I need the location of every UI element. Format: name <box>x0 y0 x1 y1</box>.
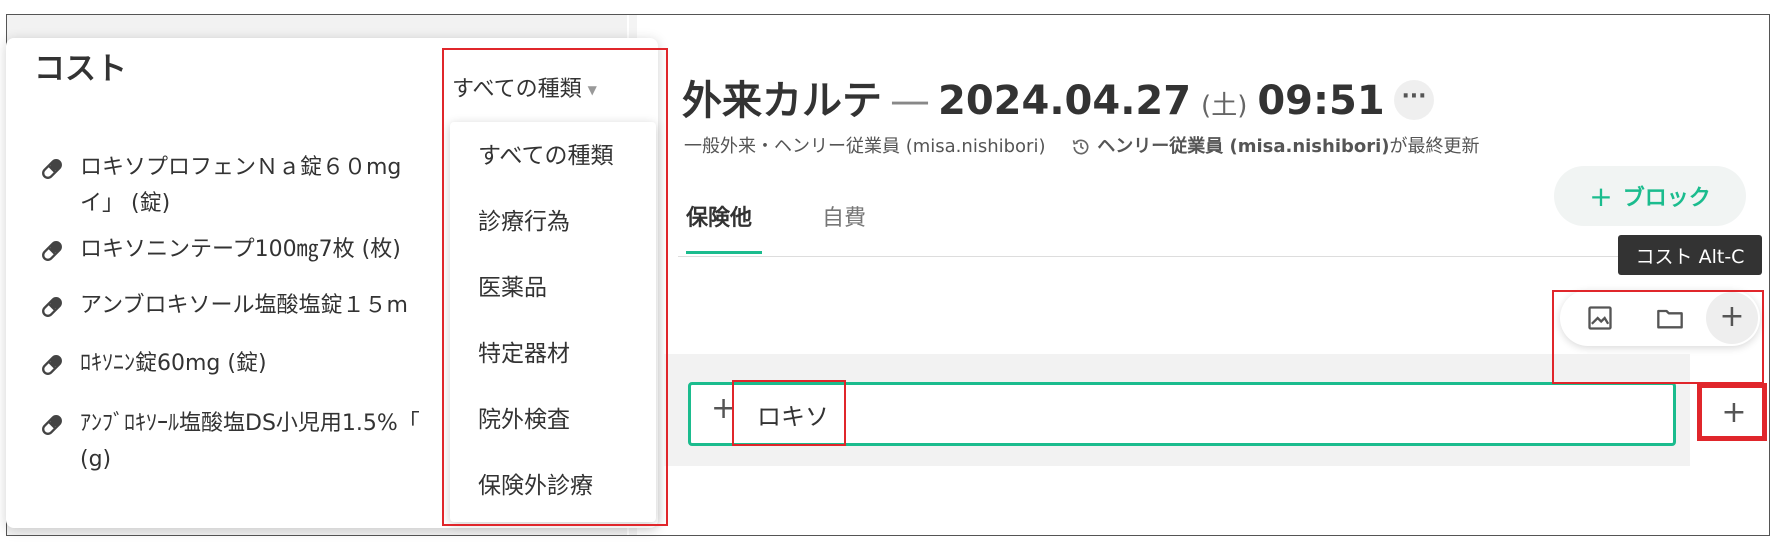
type-filter-value: すべての種類 <box>452 77 582 102</box>
add-block-button[interactable]: + ブロック <box>1554 166 1746 226</box>
cost-result-item[interactable]: ｱﾝﾌﾞﾛｷｿｰﾙ塩酸塩DS小児用1.5%「 (g) <box>38 406 460 478</box>
tab-self-pay[interactable]: 自費 <box>822 200 866 232</box>
insert-toolbar: + <box>1560 290 1760 346</box>
cost-entry-box: + <box>688 382 1676 446</box>
input-pointer <box>672 400 688 432</box>
last-updated-by: ヘンリー従業員 (misa.nishibori) <box>1097 136 1390 157</box>
folder-icon <box>1657 309 1683 329</box>
tab-insurance[interactable]: 保険他 <box>686 200 752 232</box>
cost-result-item[interactable]: ﾛｷｿﾆﾝ錠60mg (錠) <box>38 346 460 382</box>
page-title: 外来カルテ —2024.04.27 (土) 09:51 <box>682 68 1385 126</box>
title-day-of-week: (土) <box>1201 91 1248 121</box>
cost-result-label: ｱﾝﾌﾞﾛｷｿｰﾙ塩酸塩DS小児用1.5%「 (g) <box>80 411 420 472</box>
cost-shortcut-tooltip: コスト Alt-C <box>1618 235 1762 275</box>
history-icon <box>1072 139 1089 155</box>
pill-icon <box>42 241 62 261</box>
cost-result-item[interactable]: アンブロキソール塩酸塩錠１５m <box>38 288 460 324</box>
plus-icon: + <box>1721 395 1747 430</box>
type-filter-select[interactable]: すべての種類 ▼ <box>452 71 597 103</box>
title-time: 09:51 <box>1257 78 1385 124</box>
cost-result-item[interactable]: ロキソニンテープ100㎎7枚 (枚) <box>38 232 460 268</box>
caret-down-icon: ▼ <box>587 83 597 97</box>
cost-result-label: ロキソプロフェンＮａ錠６０mg イ」 (錠) <box>80 155 402 216</box>
add-block-label: ブロック <box>1622 186 1711 211</box>
side-add-button[interactable]: + <box>1710 390 1758 438</box>
insert-file-button[interactable] <box>1650 298 1690 338</box>
dropdown-option-external-test[interactable]: 院外検査 <box>478 404 570 436</box>
last-updated-suffix: が最終更新 <box>1389 136 1480 157</box>
cost-result-item[interactable]: ロキソプロフェンＮａ錠６０mg イ」 (錠) <box>38 150 460 222</box>
cost-result-label: ﾛｷｿﾆﾝ錠60mg (錠) <box>80 351 267 376</box>
cost-search-input[interactable] <box>755 393 1359 435</box>
more-options-button[interactable]: ··· <box>1394 80 1434 120</box>
dropdown-option-medical-practice[interactable]: 診療行為 <box>478 206 570 238</box>
active-tab-indicator <box>686 251 762 254</box>
pill-icon <box>42 159 62 179</box>
pill-icon <box>42 415 62 435</box>
title-prefix: 外来カルテ <box>682 78 882 124</box>
cost-result-label: ロキソニンテープ100㎎7枚 (枚) <box>80 237 401 262</box>
plus-icon: + <box>711 391 737 426</box>
dropdown-option-medicine[interactable]: 医薬品 <box>478 272 547 304</box>
insert-image-button[interactable] <box>1580 298 1620 338</box>
dropdown-option-special-material[interactable]: 特定器材 <box>478 338 570 370</box>
dropdown-option-all[interactable]: すべての種類 <box>478 140 613 172</box>
type-dropdown-menu: すべての種類 診療行為 医薬品 特定器材 院外検査 保険外診療 <box>450 122 656 522</box>
title-dash: — <box>890 78 930 124</box>
pill-icon <box>42 297 62 317</box>
image-icon <box>1588 306 1612 330</box>
plus-icon: + <box>1719 299 1745 334</box>
cost-result-label: アンブロキソール塩酸塩錠１５m <box>80 293 408 318</box>
title-date: 2024.04.27 <box>938 78 1192 124</box>
insert-cost-button[interactable]: + <box>1706 292 1758 344</box>
tabs-divider <box>678 256 1758 257</box>
cost-popup-title: コスト <box>34 51 127 87</box>
department-and-author: 一般外来・ヘンリー従業員 (misa.nishibori) <box>684 136 1046 157</box>
chart-subtitle: 一般外来・ヘンリー従業員 (misa.nishibori) ヘンリー従業員 (m… <box>684 132 1480 158</box>
plus-icon: + <box>1589 179 1613 213</box>
pill-icon <box>42 355 62 375</box>
dropdown-option-non-insurance[interactable]: 保険外診療 <box>478 470 593 502</box>
